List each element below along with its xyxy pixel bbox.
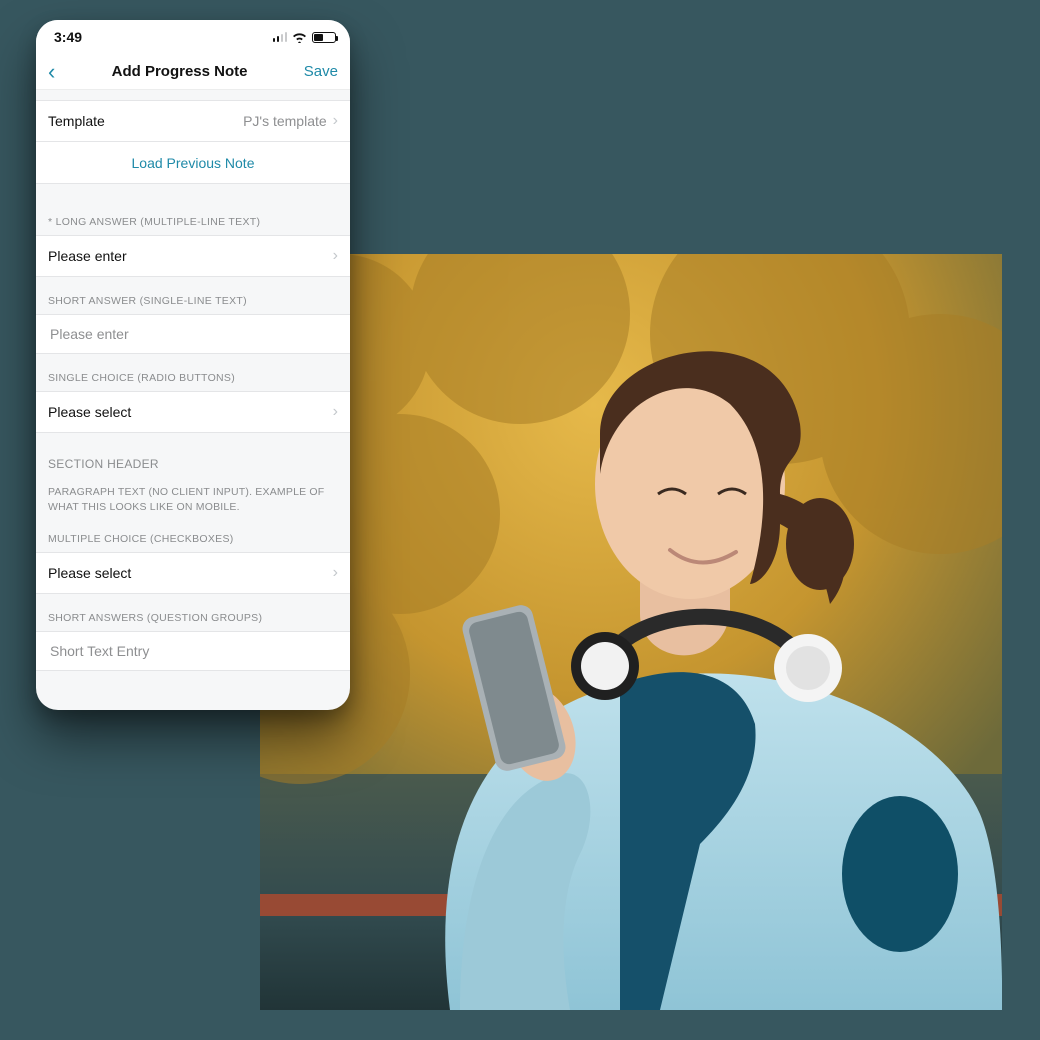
wifi-icon xyxy=(292,32,307,43)
template-row[interactable]: Template PJ's template › xyxy=(36,100,350,142)
page-title: Add Progress Note xyxy=(112,63,248,80)
chevron-right-icon: › xyxy=(333,404,338,420)
back-button[interactable]: ‹ xyxy=(48,61,55,83)
section-header: SECTION HEADER xyxy=(36,433,350,475)
cell-signal-icon xyxy=(273,32,288,42)
status-time: 3:49 xyxy=(54,29,82,45)
nav-bar: ‹ Add Progress Note Save xyxy=(36,54,350,90)
question-groups-input-row[interactable] xyxy=(36,631,350,671)
phone-frame: 3:49 ‹ Add Progress Note Save Template P… xyxy=(36,20,350,710)
chevron-right-icon: › xyxy=(333,565,338,581)
template-value: PJ's template xyxy=(243,113,327,129)
status-indicators xyxy=(273,32,337,43)
save-button[interactable]: Save xyxy=(304,63,338,80)
paragraph-text: PARAGRAPH TEXT (NO CLIENT INPUT). EXAMPL… xyxy=(36,475,350,515)
template-label: Template xyxy=(48,113,243,129)
chevron-right-icon: › xyxy=(333,248,338,264)
long-answer-label: * LONG ANSWER (MULTIPLE-LINE TEXT) xyxy=(36,198,350,235)
chevron-right-icon: › xyxy=(333,113,338,129)
short-answer-input-row[interactable] xyxy=(36,314,350,354)
question-groups-label: SHORT ANSWERS (QUESTION GROUPS) xyxy=(36,594,350,631)
short-answer-input[interactable] xyxy=(48,325,338,343)
load-previous-note[interactable]: Load Previous Note xyxy=(36,142,350,184)
multiple-choice-row[interactable]: Please select › xyxy=(36,552,350,594)
single-choice-row[interactable]: Please select › xyxy=(36,391,350,433)
multiple-choice-label: MULTIPLE CHOICE (CHECKBOXES) xyxy=(36,515,350,552)
status-bar: 3:49 xyxy=(36,20,350,54)
long-answer-placeholder: Please enter xyxy=(48,248,327,264)
background-photo xyxy=(260,254,1002,1010)
single-choice-placeholder: Please select xyxy=(48,404,327,420)
load-previous-label: Load Previous Note xyxy=(132,155,255,171)
battery-icon xyxy=(312,32,336,43)
multiple-choice-placeholder: Please select xyxy=(48,565,327,581)
question-groups-input[interactable] xyxy=(48,642,338,660)
long-answer-row[interactable]: Please enter › xyxy=(36,235,350,277)
short-answer-label: SHORT ANSWER (SINGLE-LINE TEXT) xyxy=(36,277,350,314)
single-choice-label: SINGLE CHOICE (RADIO BUTTONS) xyxy=(36,354,350,391)
